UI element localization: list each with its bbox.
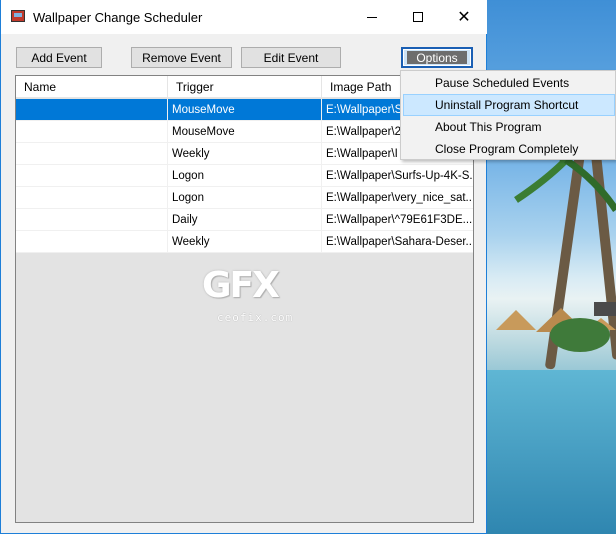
remove-event-button[interactable]: Remove Event xyxy=(131,47,232,68)
cell-name xyxy=(16,165,168,187)
cell-trigger: Daily xyxy=(168,209,322,231)
table-row[interactable]: Logon E:\Wallpaper\very_nice_sat... xyxy=(16,187,474,209)
watermark-site: ceofix.com xyxy=(217,311,294,324)
menu-item-uninstall-program-shortcut[interactable]: Uninstall Program Shortcut xyxy=(403,94,615,116)
close-icon: ✕ xyxy=(457,9,471,26)
bush xyxy=(550,318,610,352)
cell-image-path: E:\Wallpaper\very_nice_sat... xyxy=(326,192,474,204)
cell-trigger: Logon xyxy=(168,165,322,187)
minimize-icon xyxy=(367,16,377,18)
watermark: GFX ceofix.com xyxy=(202,265,302,329)
cell-trigger: Weekly xyxy=(168,231,322,253)
cell-image-path: E:\Wallpaper\^79E61F3DE... xyxy=(326,214,473,226)
table-row[interactable]: Daily E:\Wallpaper\^79E61F3DE... xyxy=(16,209,473,231)
cell-name xyxy=(16,187,168,209)
options-button[interactable]: Options xyxy=(401,47,473,68)
column-header-trigger[interactable]: Trigger xyxy=(168,76,322,98)
cell-name xyxy=(16,143,168,165)
menu-item-pause-scheduled-events[interactable]: Pause Scheduled Events xyxy=(403,72,615,94)
title-bar[interactable]: Wallpaper Change Scheduler ✕ xyxy=(1,0,487,34)
table-row[interactable]: Logon E:\Wallpaper\Surfs-Up-4K-S... xyxy=(16,165,474,187)
minimize-button[interactable] xyxy=(349,0,395,34)
cell-trigger: Weekly xyxy=(168,143,322,165)
cell-trigger: MouseMove xyxy=(168,121,322,143)
menu-item-close-program-completely[interactable]: Close Program Completely xyxy=(403,138,615,160)
cell-name xyxy=(16,209,168,231)
cell-name xyxy=(16,231,168,253)
options-menu: Pause Scheduled Events Uninstall Program… xyxy=(400,70,616,160)
maximize-button[interactable] xyxy=(395,0,441,34)
watermark-logo: GFX xyxy=(202,265,280,306)
pool xyxy=(486,370,616,534)
cell-name xyxy=(16,121,168,143)
app-icon xyxy=(11,10,25,22)
cell-trigger: Logon xyxy=(168,187,322,209)
options-label: Options xyxy=(407,51,467,65)
close-button[interactable]: ✕ xyxy=(441,0,487,34)
maximize-icon xyxy=(413,12,423,22)
column-header-name[interactable]: Name xyxy=(16,76,168,98)
cell-name xyxy=(16,99,168,121)
add-event-button[interactable]: Add Event xyxy=(16,47,102,68)
window-title: Wallpaper Change Scheduler xyxy=(33,10,203,25)
edit-event-button[interactable]: Edit Event xyxy=(241,47,341,68)
cell-trigger: MouseMove xyxy=(168,99,322,121)
table-row[interactable]: Weekly E:\Wallpaper\Sahara-Deser... xyxy=(16,231,474,253)
menu-item-about-this-program[interactable]: About This Program xyxy=(403,116,615,138)
cell-image-path: E:\Wallpaper\Sahara-Deser... xyxy=(326,236,474,248)
cell-image-path: E:\Wallpaper\Surfs-Up-4K-S... xyxy=(326,170,474,182)
